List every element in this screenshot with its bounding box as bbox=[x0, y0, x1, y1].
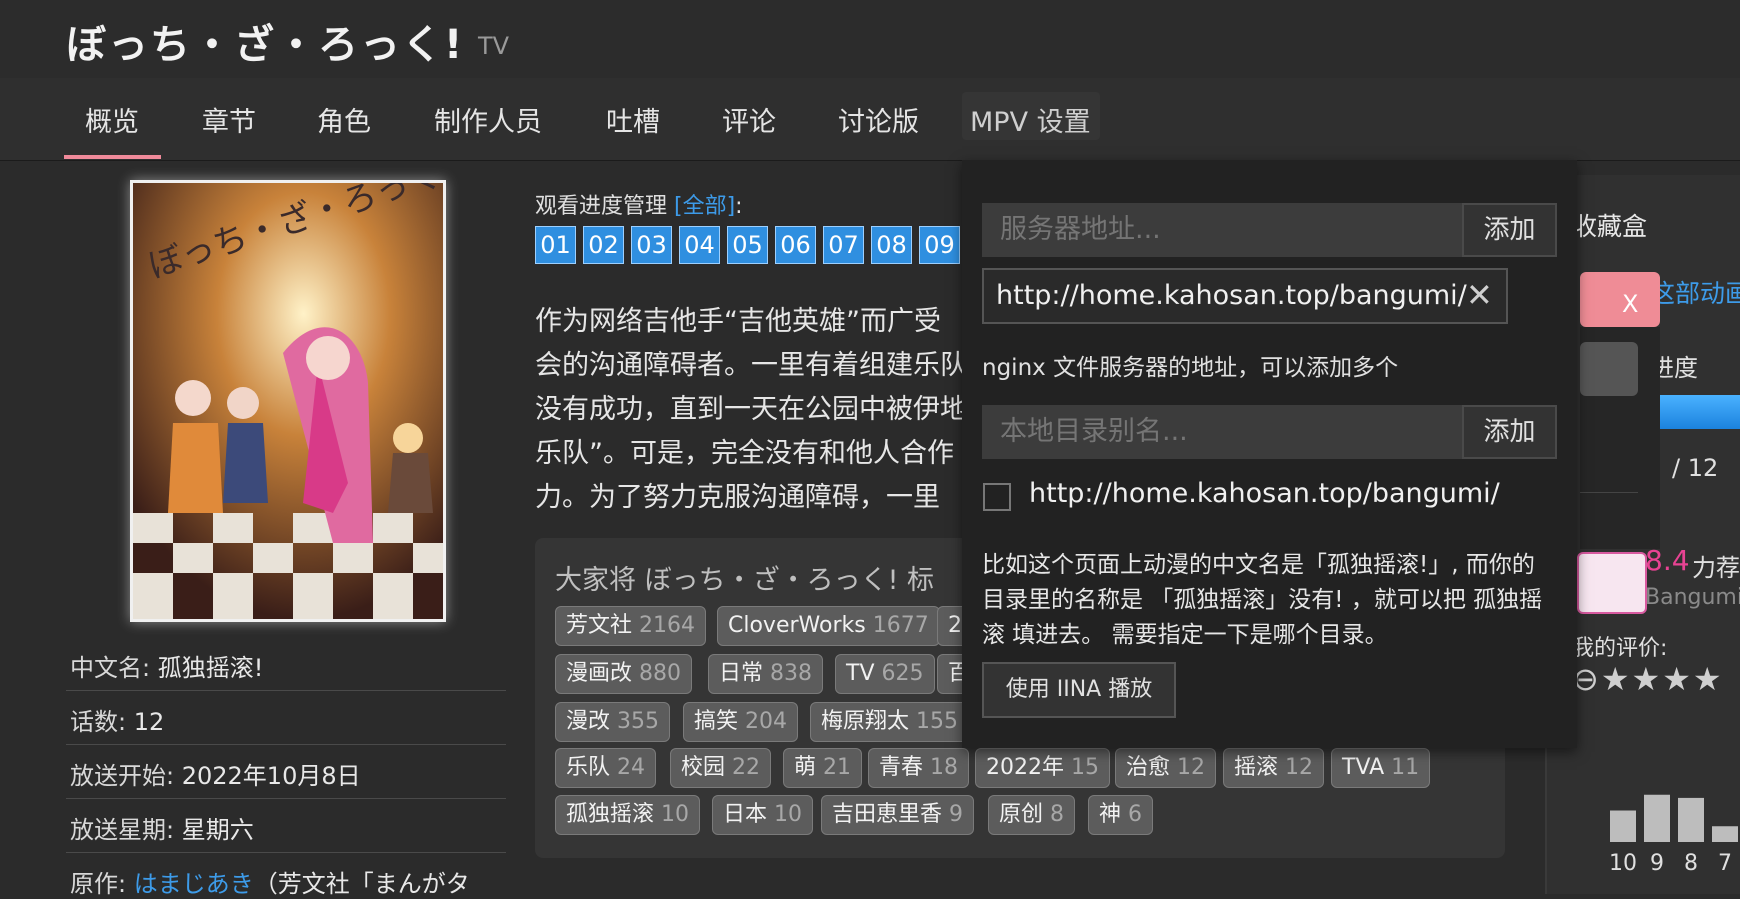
episode-button[interactable]: 09 bbox=[919, 226, 960, 264]
histogram-label: 7 bbox=[1718, 851, 1732, 874]
summary-line: 力。为了努力克服沟通障碍，一里 bbox=[535, 482, 940, 513]
tag[interactable]: TVA 11 bbox=[1331, 748, 1431, 788]
all-anime-link[interactable]: 这部动画 bbox=[1650, 274, 1740, 310]
tag[interactable]: TV 625 bbox=[835, 654, 935, 694]
histogram-bar bbox=[1610, 810, 1636, 842]
tag[interactable]: 芳文社 2164 bbox=[555, 606, 707, 646]
episode-button[interactable]: 02 bbox=[583, 226, 624, 264]
server-chip: http://home.kahosan.top/bangumi/ bbox=[982, 268, 1508, 324]
summary-line: 作为网络吉他手“吉他英雄”而广受 bbox=[535, 306, 941, 337]
tag[interactable]: 吉田恵里香 9 bbox=[821, 795, 975, 835]
tab-comments[interactable]: 吐槽 bbox=[606, 100, 660, 139]
tag[interactable]: 摇滚 12 bbox=[1223, 748, 1325, 788]
tab-overview[interactable]: 概览 bbox=[85, 100, 139, 139]
rating-histogram: 10 9 8 7 bbox=[1609, 794, 1738, 874]
info-episodes: 话数: 12 bbox=[70, 708, 165, 736]
tab-chapters[interactable]: 章节 bbox=[202, 100, 256, 139]
popup-close-button[interactable]: X bbox=[1622, 290, 1638, 318]
summary-line: 会的沟通障碍者。一里有着组建乐队 bbox=[535, 350, 967, 381]
add-server-button[interactable]: 添加 bbox=[1462, 203, 1557, 257]
tag[interactable]: 梅原翔太 155 bbox=[810, 702, 970, 742]
play-with-iina-button[interactable]: 使用 IINA 播放 bbox=[982, 662, 1176, 718]
star-icon[interactable]: ★ bbox=[1662, 660, 1693, 698]
episode-total: / 12 bbox=[1672, 454, 1719, 482]
tag-box-title: 大家将 ぼっち・ざ・ろっく! 标 bbox=[555, 565, 934, 596]
alias-instructions: 比如这个页面上动漫的中文名是「孤独摇滚!」, 而你的目录里的名称是 「孤独摇滚」… bbox=[982, 552, 1543, 648]
add-alias-button[interactable]: 添加 bbox=[1462, 405, 1557, 459]
episode-button[interactable]: 08 bbox=[871, 226, 912, 264]
tab-staff[interactable]: 制作人员 bbox=[434, 100, 542, 139]
tag[interactable]: 萌 21 bbox=[783, 748, 863, 788]
star-icon[interactable]: ★ bbox=[1632, 660, 1663, 698]
summary: 作为网络吉他手“吉他英雄”而广受 会的沟通障碍者。一里有着组建乐队 没有成功，直… bbox=[535, 300, 975, 520]
local-alias-input[interactable] bbox=[982, 405, 1464, 459]
progress-label: 观看进度管理 [全部]: bbox=[535, 194, 743, 219]
histogram-bar bbox=[1712, 826, 1738, 842]
divider bbox=[66, 852, 506, 853]
star-icon[interactable]: ★ bbox=[1601, 660, 1632, 698]
tag[interactable]: 乐队 24 bbox=[555, 748, 657, 788]
title-type: TV bbox=[478, 32, 510, 60]
server-checkbox[interactable] bbox=[983, 483, 1011, 511]
tag[interactable]: 治愈 12 bbox=[1115, 748, 1217, 788]
info-cn-name: 中文名: 孤独摇滚! bbox=[70, 654, 264, 682]
checkbox-label: http://home.kahosan.top/bangumi/ bbox=[1029, 478, 1500, 509]
episode-button[interactable]: 06 bbox=[775, 226, 816, 264]
tag[interactable]: 孤独摇滚 10 bbox=[555, 795, 701, 835]
tab-reviews[interactable]: 评论 bbox=[722, 100, 776, 139]
page-title: ぼっち・ざ・ろっく! bbox=[66, 22, 465, 68]
popup-header bbox=[1580, 272, 1660, 327]
tag[interactable]: 漫画改 880 bbox=[555, 654, 693, 694]
tag[interactable]: 2022年 15 bbox=[975, 748, 1110, 788]
tab-board[interactable]: 讨论版 bbox=[838, 100, 919, 139]
tag[interactable]: CloverWorks 1677 bbox=[717, 606, 940, 646]
anime-poster[interactable]: ぼっち・ざ・ろっく bbox=[130, 180, 446, 622]
remove-server-icon[interactable]: ✕ bbox=[1466, 276, 1493, 314]
tag[interactable]: 搞笑 204 bbox=[683, 702, 799, 742]
bangumi-label: Bangumi bbox=[1645, 585, 1740, 610]
histogram-label: 10 bbox=[1609, 851, 1637, 874]
tag[interactable]: 日常 838 bbox=[708, 654, 824, 694]
tab-mpv-settings[interactable]: MPV 设置 bbox=[970, 100, 1091, 139]
tag[interactable]: 校园 22 bbox=[670, 748, 772, 788]
server-hint: nginx 文件服务器的地址，可以添加多个 bbox=[982, 355, 1399, 381]
divider bbox=[66, 690, 506, 691]
episode-button[interactable]: 01 bbox=[535, 226, 576, 264]
popup-input[interactable] bbox=[1580, 342, 1638, 396]
histogram-bar bbox=[1678, 797, 1704, 842]
rating-badge-icon bbox=[1577, 552, 1647, 614]
info-air-date: 放送开始: 2022年10月8日 bbox=[70, 762, 361, 790]
score-label: 力荐 bbox=[1692, 554, 1740, 582]
divider bbox=[66, 798, 506, 799]
summary-line: 没有成功，直到一天在公园中被伊地 bbox=[535, 394, 967, 425]
star-rating[interactable]: ⊖★★★★ bbox=[1572, 660, 1724, 698]
tag[interactable]: 神 6 bbox=[1088, 795, 1154, 835]
poster-image: ぼっち・ざ・ろっく bbox=[133, 183, 443, 619]
divider bbox=[1580, 492, 1638, 493]
episode-button[interactable]: 03 bbox=[631, 226, 672, 264]
episode-button[interactable]: 05 bbox=[727, 226, 768, 264]
tag[interactable]: 漫改 355 bbox=[555, 702, 671, 742]
histogram-label: 8 bbox=[1684, 851, 1698, 874]
histogram-bar bbox=[1644, 794, 1670, 842]
episode-button[interactable]: 07 bbox=[823, 226, 864, 264]
divider bbox=[66, 744, 506, 745]
collection-box-title: 收藏盒 bbox=[1572, 212, 1648, 241]
my-rating-label: 我的评价: bbox=[1572, 636, 1668, 661]
server-chip-label: http://home.kahosan.top/bangumi/ bbox=[996, 280, 1467, 311]
active-tab-indicator bbox=[64, 155, 161, 159]
progress-bar bbox=[1658, 395, 1740, 429]
tag[interactable]: 原创 8 bbox=[988, 795, 1076, 835]
summary-line: 乐队”。可是，完全没有和他人合作 bbox=[535, 438, 954, 469]
tab-characters[interactable]: 角色 bbox=[317, 100, 371, 139]
star-icon[interactable]: ★ bbox=[1693, 660, 1724, 698]
tag[interactable]: 青春 18 bbox=[868, 748, 970, 788]
tag[interactable]: 日本 10 bbox=[712, 795, 814, 835]
histogram-label: 9 bbox=[1650, 851, 1664, 874]
server-address-input[interactable] bbox=[982, 203, 1464, 257]
info-weekday: 放送星期: 星期六 bbox=[70, 816, 254, 844]
episode-button[interactable]: 04 bbox=[679, 226, 720, 264]
progress-all-link[interactable]: [全部] bbox=[674, 194, 735, 219]
